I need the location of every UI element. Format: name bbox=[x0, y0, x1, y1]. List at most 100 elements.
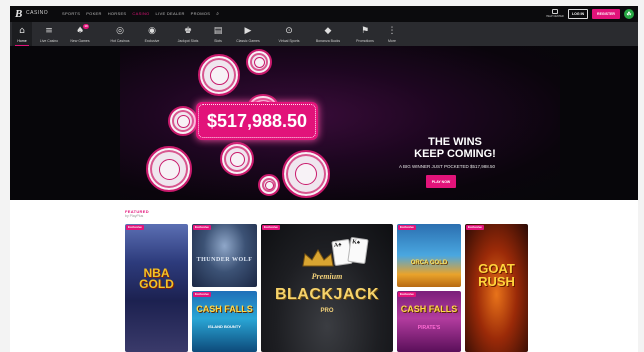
chat-icon bbox=[552, 9, 558, 14]
home-icon: ⌂ bbox=[19, 26, 25, 36]
casino-chip bbox=[246, 49, 272, 75]
casino-chip bbox=[168, 106, 198, 136]
casino-chip bbox=[258, 174, 280, 196]
game-art bbox=[397, 291, 461, 352]
category-nav: ⌂ Home ≡ Live Casino ♠ 10 New Games ◎ Hot… bbox=[10, 22, 638, 46]
category-label: Hot Casinos bbox=[110, 39, 130, 43]
playing-card: K♠ bbox=[347, 236, 369, 265]
exclusive-icon: ◉ bbox=[148, 26, 156, 36]
category-label: Slots bbox=[214, 39, 222, 43]
category-label: Classic Games bbox=[236, 39, 260, 43]
category-exclusive[interactable]: ◉ Exclusive bbox=[140, 22, 164, 46]
game-title-pro: PRO bbox=[320, 308, 334, 314]
game-title: GOAT RUSH bbox=[478, 261, 515, 289]
exclusive-tag: Exclusive bbox=[193, 225, 211, 230]
category-label: Virtual Sports bbox=[278, 39, 300, 43]
game-art bbox=[192, 291, 257, 352]
featured-subheading: by PlayPlus bbox=[125, 214, 144, 218]
exclusive-tag: Exclusive bbox=[398, 292, 416, 297]
winnings-amount: $517,988.50 bbox=[206, 110, 308, 131]
game-tile-cash-falls-island[interactable]: Exclusive CASH FALLS ISLAND BOUNTY bbox=[192, 291, 257, 352]
category-label: Home bbox=[17, 39, 27, 43]
game-tile-nba-gold[interactable]: Exclusive NBA GOLD bbox=[125, 224, 188, 352]
category-more[interactable]: ⋮ More bbox=[384, 22, 400, 46]
game-title: THUNDER WOLF bbox=[196, 257, 253, 263]
exclusive-tag: Exclusive bbox=[126, 225, 144, 230]
category-new-games[interactable]: ♠ 10 New Games bbox=[67, 22, 93, 46]
top-link-horses[interactable]: HORSES bbox=[108, 11, 127, 17]
category-hot-casinos[interactable]: ◎ Hot Casinos bbox=[106, 22, 134, 46]
exclusive-tag: Exclusive bbox=[193, 292, 211, 297]
category-label: New Games bbox=[70, 39, 90, 43]
help-center-label: HELP CENTER bbox=[546, 15, 564, 18]
casino-logo[interactable]: B CASINO bbox=[15, 8, 57, 20]
game-tile-orca[interactable]: Exclusive ORCA GOLD bbox=[397, 224, 461, 287]
slots-icon: ▤ bbox=[213, 26, 223, 36]
search-icon[interactable]: ⌕ bbox=[216, 11, 219, 17]
game-subtitle: ISLAND BOUNTY bbox=[208, 324, 241, 329]
casino-chip bbox=[220, 142, 254, 176]
top-link-poker[interactable]: POKER bbox=[86, 11, 102, 17]
game-tile-thunder-wolf[interactable]: Exclusive THUNDER WOLF bbox=[192, 224, 257, 287]
play-now-button[interactable]: PLAY NOW bbox=[426, 175, 456, 188]
crown-icon bbox=[302, 249, 334, 267]
casino-page: B CASINO SPORTS POKER HORSES CASINO LIVE… bbox=[10, 6, 638, 352]
play-icon: ▶ bbox=[244, 26, 252, 36]
game-title: CASH FALLS bbox=[400, 304, 458, 314]
game-title-premium: Premium bbox=[311, 272, 343, 281]
casino-chip bbox=[198, 54, 240, 96]
hero-title: THE WINS KEEP COMING! bbox=[395, 136, 515, 160]
hero-banner[interactable]: $517,988.50 THE WINS KEEP COMING! A BIG … bbox=[10, 46, 638, 200]
top-link-sports[interactable]: SPORTS bbox=[62, 11, 80, 17]
category-label: Jackpot Slots bbox=[177, 39, 199, 43]
category-slots[interactable]: ▤ Slots bbox=[209, 22, 227, 46]
category-home[interactable]: ⌂ Home bbox=[12, 22, 32, 46]
hero-title-line2: KEEP COMING! bbox=[414, 148, 496, 160]
category-bonanza-bucks[interactable]: ◆ Bonanza Bucks bbox=[312, 22, 344, 46]
register-button[interactable]: REGISTER bbox=[592, 9, 620, 19]
category-classic-games[interactable]: ▶ Classic Games bbox=[232, 22, 264, 46]
top-link-live-dealer[interactable]: LIVE DEALER bbox=[156, 11, 185, 17]
hero-title-line1: THE WINS bbox=[428, 136, 482, 148]
game-title: NBA GOLD bbox=[139, 266, 174, 291]
category-label: More bbox=[388, 39, 396, 43]
game-art bbox=[397, 224, 461, 287]
top-link-casino[interactable]: CASINO bbox=[132, 11, 149, 17]
hot-icon: ◎ bbox=[116, 26, 124, 36]
hero-subtitle: A BIG WINNER JUST POCKETED $517,988.50 bbox=[399, 164, 495, 169]
game-tile-goat-rush[interactable]: Exclusive GOAT RUSH bbox=[465, 224, 528, 352]
category-jackpot-slots[interactable]: ♚ Jackpot Slots bbox=[173, 22, 203, 46]
game-art bbox=[192, 224, 257, 287]
game-title: CASH FALLS bbox=[196, 304, 253, 314]
game-title: BLACKJACK bbox=[274, 286, 380, 303]
category-label: Live Casino bbox=[39, 39, 59, 43]
exclusive-tag: Exclusive bbox=[398, 225, 416, 230]
login-button[interactable]: LOG IN bbox=[568, 9, 588, 19]
category-promotions[interactable]: ⚑ Promotions bbox=[350, 22, 380, 46]
casino-chip bbox=[146, 146, 192, 192]
casino-chip bbox=[282, 150, 330, 198]
top-link-promos[interactable]: PROMOS bbox=[191, 11, 211, 17]
megaphone-icon: ⚑ bbox=[360, 26, 370, 36]
live-casino-icon: ≡ bbox=[45, 26, 53, 36]
exclusive-tag: Exclusive bbox=[466, 225, 484, 230]
help-center-button[interactable]: HELP CENTER bbox=[546, 8, 564, 20]
exclusive-tag: Exclusive bbox=[262, 225, 280, 230]
game-title: ORCA GOLD bbox=[410, 260, 448, 266]
logo-mark: B bbox=[15, 8, 23, 20]
diamond-icon: ◆ bbox=[324, 26, 332, 36]
top-nav-links: SPORTS POKER HORSES CASINO LIVE DEALER P… bbox=[62, 11, 219, 17]
leaf-icon[interactable]: ☘ bbox=[624, 9, 634, 19]
new-games-badge: 10 bbox=[83, 24, 89, 29]
jackpot-icon: ♚ bbox=[183, 26, 193, 36]
game-tile-cash-falls-pirates[interactable]: Exclusive CASH FALLS PIRATE'S bbox=[397, 291, 461, 352]
new-games-icon: ♠ 10 bbox=[75, 24, 89, 36]
category-virtual-sports[interactable]: ⊙ Virtual Sports bbox=[274, 22, 304, 46]
winnings-sign: $517,988.50 bbox=[196, 102, 318, 140]
category-label: Bonanza Bucks bbox=[315, 39, 341, 43]
account-actions: HELP CENTER LOG IN REGISTER ☘ bbox=[546, 8, 634, 20]
category-label: Exclusive bbox=[144, 39, 160, 43]
category-live-casino[interactable]: ≡ Live Casino bbox=[36, 22, 62, 46]
top-bar: B CASINO SPORTS POKER HORSES CASINO LIVE… bbox=[10, 6, 638, 22]
game-tile-premium-blackjack-pro[interactable]: Exclusive A♠ K♠ Premium BLACKJACK PRO bbox=[261, 224, 393, 352]
